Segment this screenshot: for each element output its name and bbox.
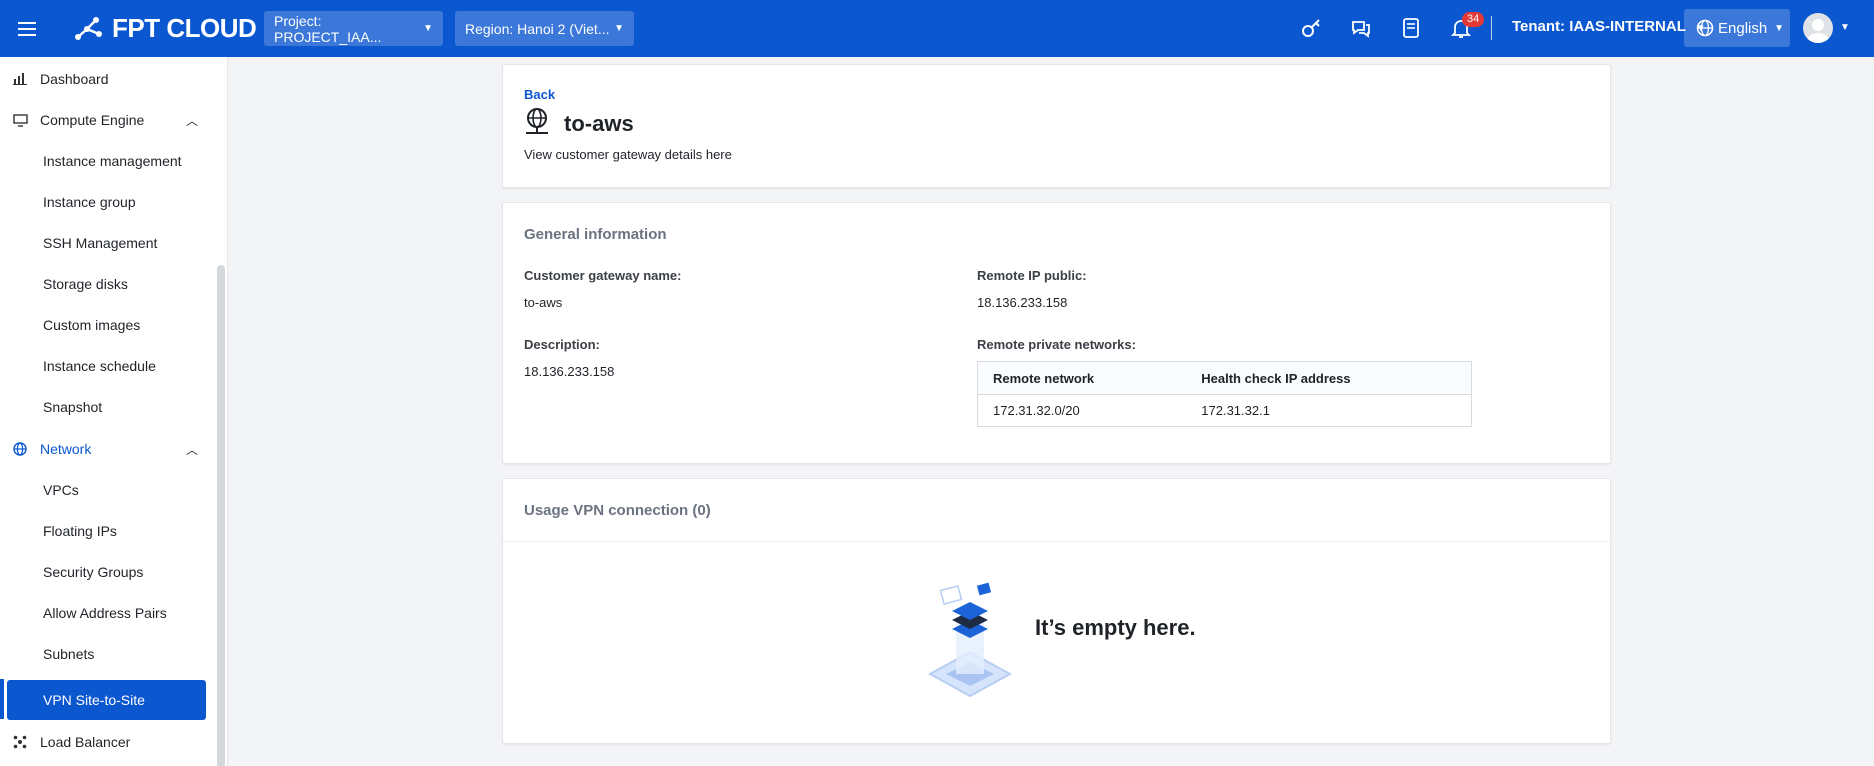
sidebar-item-label: Subnets bbox=[43, 646, 95, 662]
sidebar-item-compute-engine[interactable]: Compute Engine ︿ bbox=[0, 101, 216, 139]
active-item-marker bbox=[0, 679, 4, 719]
empty-state-illustration bbox=[927, 582, 1013, 713]
sidebar-item-label: Floating IPs bbox=[43, 523, 117, 539]
sidebar-item-instance-management[interactable]: Instance management bbox=[0, 142, 216, 180]
logo-icon bbox=[75, 16, 102, 40]
project-label: Project: PROJECT_IAA... bbox=[274, 12, 382, 45]
sidebar-item-label: VPN Site-to-Site bbox=[43, 692, 145, 708]
sidebar-item-label: Instance management bbox=[43, 153, 182, 169]
sidebar-item-label: Instance schedule bbox=[43, 358, 156, 374]
chevron-down-icon[interactable]: ▼ bbox=[1840, 22, 1850, 33]
sidebar-item-security-groups[interactable]: Security Groups bbox=[0, 553, 216, 591]
language-selector[interactable]: English ▼ bbox=[1684, 9, 1790, 47]
sidebar-item-label: Load Balancer bbox=[40, 734, 131, 750]
remote-ip-value: 18.136.233.158 bbox=[977, 295, 1068, 310]
monitor-icon bbox=[0, 113, 40, 127]
sidebar-item-label: Security Groups bbox=[43, 564, 144, 580]
remote-networks-label: Remote private networks: bbox=[977, 337, 1136, 352]
remote-ip-label: Remote IP public: bbox=[977, 268, 1087, 283]
sidebar-item-label: SSH Management bbox=[43, 235, 158, 251]
sidebar-item-vpn-site-to-site[interactable]: VPN Site-to-Site bbox=[7, 680, 206, 720]
chevron-down-icon: ▼ bbox=[1774, 22, 1784, 34]
column-header: Health check IP address bbox=[1186, 361, 1472, 395]
sidebar-item-floating-ips[interactable]: Floating IPs bbox=[0, 512, 216, 550]
notification-count-badge: 34 bbox=[1462, 12, 1485, 27]
page-subtitle: View customer gateway details here bbox=[524, 147, 732, 162]
bar-chart-icon bbox=[0, 73, 40, 85]
chevron-down-icon: ▼ bbox=[423, 23, 433, 34]
tenant-label: Tenant: IAAS-INTERNAL bbox=[1512, 18, 1686, 35]
sidebar-item-label: Dashboard bbox=[40, 71, 109, 87]
topbar-divider bbox=[1491, 16, 1492, 40]
gateway-name-label: Customer gateway name: bbox=[524, 268, 682, 283]
chevron-up-icon: ︿ bbox=[185, 113, 198, 128]
chevron-up-icon: ︿ bbox=[185, 442, 198, 457]
globe-icon bbox=[1696, 19, 1714, 37]
table-row: 172.31.32.0/20 172.31.32.1 bbox=[978, 395, 1472, 427]
table-header-row: Remote network Health check IP address bbox=[977, 361, 1472, 395]
project-selector[interactable]: Project: PROJECT_IAA... ▼ bbox=[264, 11, 443, 46]
description-label: Description: bbox=[524, 337, 600, 352]
tenant-selector[interactable]: Tenant: IAAS-INTERNAL ▼ bbox=[1512, 18, 1706, 35]
sidebar-item-label: Custom images bbox=[43, 317, 141, 333]
sidebar-item-snapshot[interactable]: Snapshot bbox=[0, 388, 216, 426]
user-avatar[interactable] bbox=[1803, 13, 1833, 43]
sidebar-item-custom-images[interactable]: Custom images bbox=[0, 306, 216, 344]
page-title: to-aws bbox=[564, 110, 634, 136]
network-globe-icon bbox=[524, 107, 550, 140]
sidebar-item-label: Compute Engine bbox=[40, 112, 145, 128]
remote-network-cell: 172.31.32.0/20 bbox=[993, 403, 1080, 418]
back-link[interactable]: Back bbox=[524, 87, 555, 102]
section-title: General information bbox=[524, 226, 667, 243]
header-card: Back to-aws View customer gateway detail… bbox=[502, 64, 1611, 188]
health-check-ip-cell: 172.31.32.1 bbox=[1201, 403, 1270, 418]
support-chat-icon[interactable] bbox=[1349, 16, 1373, 40]
sidebar-item-label: Allow Address Pairs bbox=[43, 605, 167, 621]
sidebar-item-label: Network bbox=[40, 441, 92, 457]
language-label: English bbox=[1718, 19, 1768, 37]
sidebar-item-label: Snapshot bbox=[43, 399, 103, 415]
load-balancer-icon bbox=[0, 735, 40, 749]
general-information-card: General information Customer gateway nam… bbox=[502, 202, 1611, 464]
sidebar-item-instance-schedule[interactable]: Instance schedule bbox=[0, 347, 216, 385]
region-selector[interactable]: Region: Hanoi 2 (Viet... ▼ bbox=[455, 11, 634, 46]
sidebar-item-instance-group[interactable]: Instance group bbox=[0, 183, 216, 221]
chevron-down-icon: ▼ bbox=[614, 23, 624, 34]
empty-state-text: It’s empty here. bbox=[1035, 615, 1196, 640]
hamburger-menu-icon[interactable] bbox=[0, 0, 54, 57]
sidebar-scrollbar[interactable] bbox=[217, 265, 225, 766]
key-icon[interactable] bbox=[1299, 16, 1323, 40]
column-header: Remote network bbox=[977, 361, 1187, 395]
usage-vpn-connection-card: Usage VPN connection (0) It’s empty here… bbox=[502, 478, 1611, 744]
logo-text: FPT CLOUD bbox=[112, 13, 257, 43]
globe-icon bbox=[0, 442, 40, 456]
notification-bell-icon[interactable]: 34 bbox=[1449, 12, 1485, 40]
sidebar-item-dashboard[interactable]: Dashboard bbox=[0, 60, 216, 98]
sidebar-item-label: VPCs bbox=[43, 482, 79, 498]
sidebar-item-storage-disks[interactable]: Storage disks bbox=[0, 265, 216, 303]
sidebar-item-network[interactable]: Network ︿ bbox=[0, 430, 216, 468]
gateway-name-value: to-aws bbox=[524, 295, 563, 310]
section-title: Usage VPN connection (0) bbox=[524, 502, 711, 519]
fpt-cloud-logo[interactable]: FPT CLOUD bbox=[74, 13, 257, 44]
description-value: 18.136.233.158 bbox=[524, 364, 615, 379]
documentation-icon[interactable] bbox=[1399, 16, 1423, 40]
sidebar-item-load-balancer[interactable]: Load Balancer bbox=[0, 723, 216, 761]
sidebar: Dashboard Compute Engine ︿ Instance mana… bbox=[0, 57, 228, 766]
sidebar-item-subnets[interactable]: Subnets bbox=[0, 635, 216, 673]
sidebar-item-label: Instance group bbox=[43, 194, 136, 210]
top-navigation-bar: FPT CLOUD Project: PROJECT_IAA... ▼ Regi… bbox=[0, 0, 1874, 57]
region-label: Region: Hanoi 2 (Viet... bbox=[465, 20, 610, 37]
remote-networks-table: Remote network Health check IP address 1… bbox=[977, 361, 1472, 427]
title-row: to-aws bbox=[524, 107, 634, 140]
sidebar-item-allow-address-pairs[interactable]: Allow Address Pairs bbox=[0, 594, 216, 632]
empty-state: It’s empty here. bbox=[503, 541, 1610, 744]
sidebar-item-vpcs[interactable]: VPCs bbox=[0, 471, 216, 509]
sidebar-item-label: Storage disks bbox=[43, 276, 128, 292]
sidebar-item-ssh-management[interactable]: SSH Management bbox=[0, 224, 216, 262]
